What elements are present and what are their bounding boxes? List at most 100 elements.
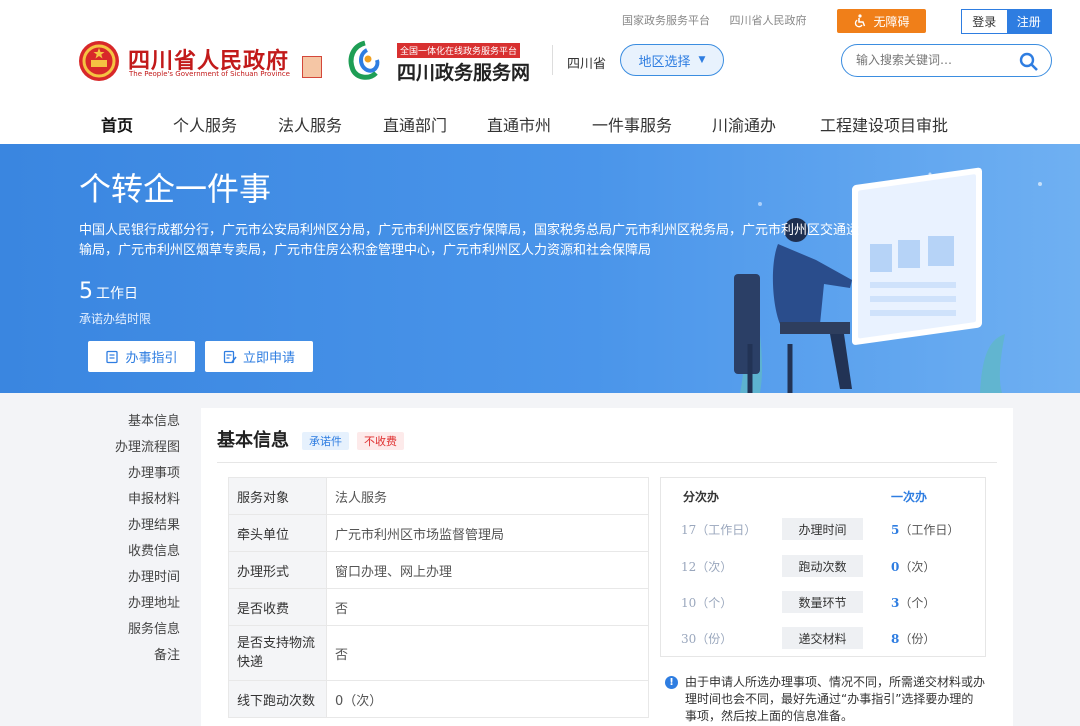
side-nav-basic-info[interactable]: 基本信息 [100, 412, 180, 438]
row-value: 法人服务 [326, 477, 649, 515]
nav-home[interactable]: 首页 [101, 112, 133, 136]
link-sichuan-gov[interactable]: 四川省人民政府 [730, 14, 807, 27]
guide-button-label: 办事指引 [125, 351, 178, 366]
row-key: 牵头单位 [228, 514, 327, 552]
row-key: 是否支持物流快递 [228, 625, 327, 681]
comparison-label: 办理时间 [782, 518, 863, 540]
comparison-label: 数量环节 [782, 591, 863, 613]
divider [217, 462, 997, 463]
side-nav-hours[interactable]: 办理时间 [100, 568, 180, 594]
site-header: 国家政务服务平台 四川省人民政府 无障碍 登录 注册 四川省人民政府 The P… [0, 0, 1080, 144]
row-key: 办理形式 [228, 551, 327, 589]
region-select[interactable]: 地区选择 ▼ [620, 44, 724, 76]
row-key: 线下跑动次数 [228, 680, 327, 718]
info-note: ! 由于申请人所选办理事项、情况不同，所需递交材料或办理时间也会不同，最好先通过… [665, 674, 985, 725]
caret-down-icon: ▼ [698, 55, 706, 65]
nav-one-thing[interactable]: 一件事服务 [592, 112, 672, 136]
side-nav-fees[interactable]: 收费信息 [100, 542, 180, 568]
auth-box: 登录 注册 [961, 9, 1052, 34]
multi-visit-header: 分次办 [683, 490, 720, 504]
accessibility-label: 无障碍 [873, 14, 910, 29]
side-nav-items[interactable]: 办理事项 [100, 464, 180, 490]
comparison-row: 30（份） 递交材料 8（份） [661, 627, 987, 649]
promised-limit-label: 承诺办结时限 [79, 312, 152, 326]
current-province: 四川省 [567, 57, 607, 72]
search-icon[interactable] [1019, 52, 1039, 72]
side-nav-materials[interactable]: 申报材料 [100, 490, 180, 516]
multi-visit-value: 30（份） [681, 632, 733, 646]
row-value: 0（次） [326, 680, 649, 718]
no-fee-tag: 不收费 [357, 432, 404, 450]
service-platform-logo-icon[interactable] [345, 40, 385, 82]
national-emblem-icon[interactable] [78, 40, 120, 82]
nav-personal[interactable]: 个人服务 [173, 112, 237, 136]
nav-legal-person[interactable]: 法人服务 [278, 112, 342, 136]
seal-icon [302, 56, 322, 78]
row-value: 否 [326, 588, 649, 626]
basic-info-table: 服务对象 法人服务 牵头单位 广元市利州区市场监督管理局 办理形式 窗口办理、网… [228, 477, 649, 718]
table-row: 是否收费 否 [228, 588, 649, 626]
table-row: 办理形式 窗口办理、网上办理 [228, 551, 649, 589]
multi-visit-value: 12（次） [681, 560, 733, 574]
table-row: 牵头单位 广元市利州区市场监督管理局 [228, 514, 649, 552]
multi-visit-value: 10（个） [681, 596, 733, 610]
apply-button[interactable]: 立即申请 [205, 341, 313, 372]
top-links: 国家政务服务平台 四川省人民政府 [622, 12, 823, 28]
side-nav-service-info[interactable]: 服务信息 [100, 620, 180, 646]
document-icon [106, 350, 119, 363]
one-visit-value: 0（次） [891, 560, 936, 574]
comparison-row: 10（个） 数量环节 3（个） [661, 591, 987, 613]
section-side-nav: 基本信息 办理流程图 办理事项 申报材料 办理结果 收费信息 办理时间 办理地址… [100, 412, 180, 672]
search-input[interactable] [856, 53, 1006, 67]
comparison-row: 17（工作日） 办理时间 5（工作日） [661, 518, 987, 540]
link-national-platform[interactable]: 国家政务服务平台 [622, 14, 710, 27]
hero-banner: 个转企一件事 中国人民银行成都分行，广元市公安局利州区分局，广元市利州区医疗保障… [0, 144, 1080, 393]
comparison-row: 12（次） 跑动次数 0（次） [661, 555, 987, 577]
nav-construction[interactable]: 工程建设项目审批 [820, 112, 948, 136]
promised-days: 5 工作日 [79, 279, 138, 304]
search-box [841, 44, 1052, 77]
table-row: 服务对象 法人服务 [228, 477, 649, 515]
service-logo-title[interactable]: 四川政务服务网 [397, 58, 530, 85]
side-nav-results[interactable]: 办理结果 [100, 516, 180, 542]
office-worker-illustration [734, 167, 1042, 393]
handling-comparison: 分次办 一次办 17（工作日） 办理时间 5（工作日） 12（次） 跑动次数 0… [660, 477, 986, 657]
region-select-label: 地区选择 [638, 54, 691, 70]
nav-chuanyu[interactable]: 川渝通办 [712, 112, 776, 136]
side-nav-flowchart[interactable]: 办理流程图 [100, 438, 180, 464]
register-button[interactable]: 注册 [1006, 10, 1051, 33]
row-value: 窗口办理、网上办理 [326, 551, 649, 589]
guide-button[interactable]: 办事指引 [88, 341, 195, 372]
promised-days-unit: 工作日 [96, 286, 138, 302]
side-nav-remarks[interactable]: 备注 [100, 646, 180, 672]
apply-button-label: 立即申请 [242, 351, 295, 366]
one-visit-value: 5（工作日） [891, 523, 960, 537]
gov-logo-subtitle: The People's Government of Sichuan Provi… [129, 70, 290, 78]
login-button[interactable]: 登录 [962, 10, 1007, 33]
form-edit-icon [223, 350, 237, 363]
comparison-label: 递交材料 [782, 627, 863, 649]
participating-departments: 中国人民银行成都分行，广元市公安局利州区分局，广元市利州区医疗保障局，国家税务总… [79, 223, 860, 258]
divider [552, 45, 553, 75]
nav-cities[interactable]: 直通市州 [487, 112, 551, 136]
comparison-label: 跑动次数 [782, 555, 863, 577]
row-key: 是否收费 [228, 588, 327, 626]
section-title: 基本信息 [217, 430, 289, 451]
table-row: 线下跑动次数 0（次） [228, 680, 649, 718]
nav-departments[interactable]: 直通部门 [383, 112, 447, 136]
service-logo-tag: 全国一体化在线政务服务平台 [397, 43, 521, 58]
row-value: 否 [326, 625, 649, 681]
one-visit-value: 3（个） [891, 596, 936, 610]
basic-info-panel: 基本信息 承诺件 不收费 服务对象 法人服务 牵头单位 广元市利州区市场监督管理… [201, 408, 1013, 726]
one-visit-value: 8（份） [891, 632, 936, 646]
one-visit-header: 一次办 [891, 490, 928, 504]
row-value: 广元市利州区市场监督管理局 [326, 514, 649, 552]
multi-visit-value: 17（工作日） [681, 523, 757, 537]
promise-tag: 承诺件 [302, 432, 349, 450]
side-nav-address[interactable]: 办理地址 [100, 594, 180, 620]
page-title: 个转企一件事 [79, 170, 272, 208]
table-row: 是否支持物流快递 否 [228, 625, 649, 681]
accessibility-button[interactable]: 无障碍 [837, 9, 926, 33]
promised-days-value: 5 [79, 279, 93, 304]
info-note-text: 由于申请人所选办理事项、情况不同，所需递交材料或办理时间也会不同，最好先通过“办… [685, 675, 986, 723]
